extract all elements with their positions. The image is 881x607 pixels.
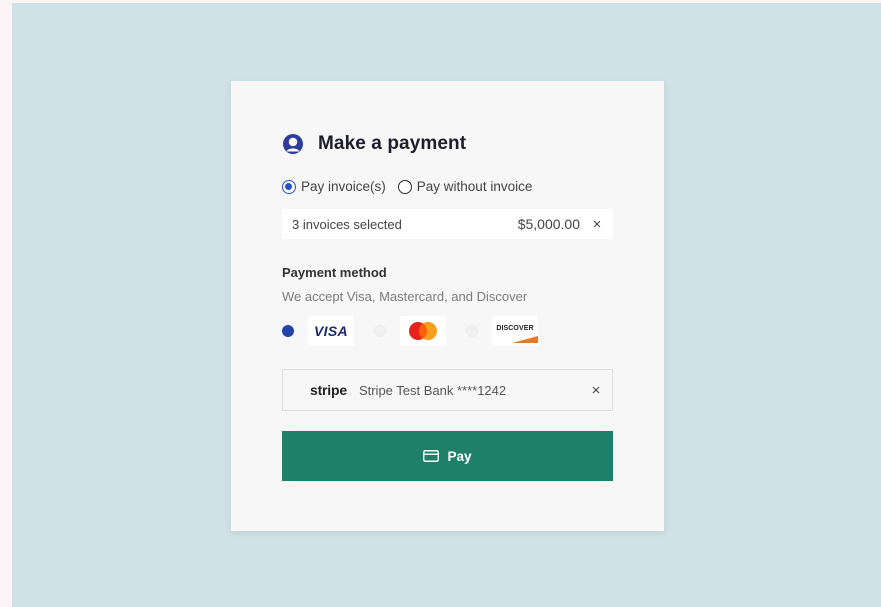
payment-header: Make a payment — [282, 133, 466, 155]
bank-account-label: Stripe Test Bank ****1242 — [358, 382, 507, 398]
card-type-group: VISA DISCOVER — [282, 316, 558, 346]
selected-invoices-field[interactable]: 3 invoices selected $5,000.00 × — [282, 209, 613, 239]
user-avatar-icon — [283, 134, 303, 154]
pay-invoices-radio[interactable] — [282, 179, 296, 194]
mastercard-radio[interactable] — [374, 325, 386, 337]
payment-method-label: Payment method — [282, 265, 387, 280]
visa-logo-text: VISA — [314, 323, 348, 339]
pay-without-invoice-label: Pay without invoice — [416, 179, 533, 194]
page-title: Make a payment — [318, 133, 467, 154]
bank-account-field[interactable]: stripe Stripe Test Bank ****1242 × — [282, 369, 613, 411]
discover-stripe — [512, 336, 538, 343]
pay-button[interactable]: Pay — [282, 431, 613, 481]
pay-invoices-option[interactable]: Pay invoice(s) — [282, 179, 386, 194]
credit-card-icon — [423, 450, 440, 462]
discover-logo-text: DISCOVER — [496, 324, 534, 332]
pay-invoices-label: Pay invoice(s) — [301, 179, 386, 194]
mastercard-icon — [409, 322, 437, 340]
pay-button-label: Pay — [447, 448, 472, 464]
invoices-summary: 3 invoices selected — [292, 216, 402, 232]
payment-method-subtitle: We accept Visa, Mastercard, and Discover — [282, 289, 528, 304]
pay-without-invoice-radio[interactable] — [397, 179, 412, 194]
payment-mode-group: Pay invoice(s) Pay without invoice — [282, 179, 544, 194]
visa-radio[interactable] — [282, 325, 294, 337]
payment-card: Make a payment Pay invoice(s) Pay withou… — [231, 81, 664, 531]
stripe-logo: stripe — [310, 382, 347, 398]
invoices-amount: $5,000.00 — [517, 216, 580, 232]
remove-bank-close-icon[interactable]: × — [589, 382, 603, 399]
discover-logo: DISCOVER — [492, 316, 538, 346]
clear-invoices-close-icon[interactable]: × — [590, 216, 604, 233]
discover-radio[interactable] — [466, 325, 478, 337]
pay-without-invoice-option[interactable]: Pay without invoice — [397, 179, 533, 194]
visa-logo: VISA — [308, 316, 354, 346]
mastercard-logo — [400, 316, 446, 346]
